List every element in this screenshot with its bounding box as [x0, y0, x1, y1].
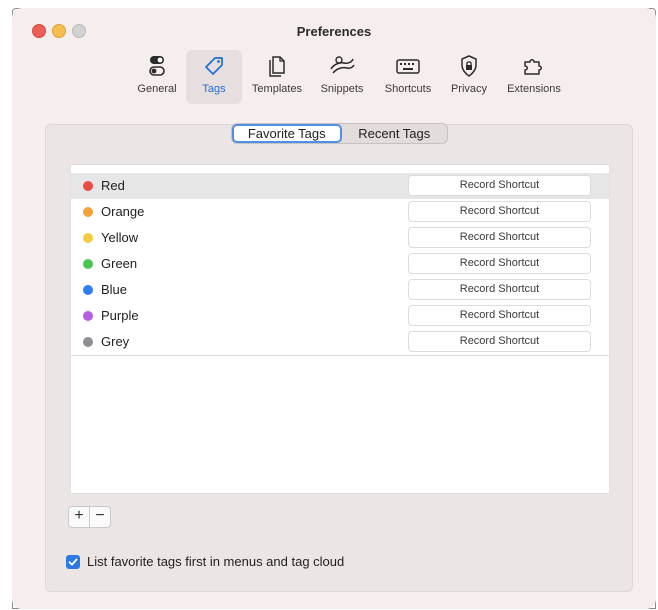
tab-recent-tags[interactable]: Recent Tags: [342, 124, 448, 143]
record-shortcut-button[interactable]: Record Shortcut: [408, 201, 591, 222]
tag-icon: [186, 54, 242, 80]
record-shortcut-button[interactable]: Record Shortcut: [408, 175, 591, 196]
titlebar: Preferences General Tags Templates Snipp…: [12, 8, 656, 128]
color-dot-icon: [83, 181, 93, 191]
toolbar-shortcuts[interactable]: Shortcuts: [376, 50, 440, 104]
toggles-icon: [132, 54, 182, 80]
toolbar-label: Snippets: [320, 83, 364, 95]
tag-row-yellow[interactable]: Yellow Record Shortcut: [71, 225, 609, 251]
tag-row-grey[interactable]: Grey Record Shortcut: [71, 329, 609, 355]
list-edit-controls: + −: [68, 506, 111, 528]
toolbar-label: Templates: [251, 83, 303, 95]
record-shortcut-button[interactable]: Record Shortcut: [408, 279, 591, 300]
toolbar-label: Extensions: [507, 83, 561, 95]
tag-label: Red: [101, 178, 125, 193]
record-shortcut-button[interactable]: Record Shortcut: [408, 227, 591, 248]
tag-row-red[interactable]: Red Record Shortcut: [71, 173, 609, 199]
toolbar-label: Privacy: [450, 83, 488, 95]
window-title: Preferences: [296, 24, 372, 39]
toolbar-privacy[interactable]: Privacy: [444, 50, 494, 104]
puzzle-icon: [498, 54, 570, 80]
tag-label: Grey: [101, 334, 130, 349]
toolbar-label: General: [137, 83, 177, 95]
snippets-icon: [312, 54, 372, 80]
checkmark-icon: [68, 558, 78, 566]
tag-label: Green: [101, 256, 138, 271]
remove-tag-button[interactable]: −: [90, 507, 110, 527]
toolbar-extensions[interactable]: Extensions: [498, 50, 570, 104]
record-shortcut-button[interactable]: Record Shortcut: [408, 305, 591, 326]
toolbar-label: Shortcuts: [384, 83, 432, 95]
keyboard-icon: [376, 54, 440, 80]
record-shortcut-button[interactable]: Record Shortcut: [408, 331, 591, 352]
lock-icon: [444, 54, 494, 80]
add-tag-button[interactable]: +: [69, 507, 89, 527]
color-dot-icon: [83, 311, 93, 321]
favorite-first-label: List favorite tags first in menus and ta…: [87, 554, 345, 569]
tag-list: Red Record Shortcut Orange Record Shortc…: [70, 164, 610, 494]
preferences-window: Preferences General Tags Templates Snipp…: [12, 8, 656, 609]
tag-row-purple[interactable]: Purple Record Shortcut: [71, 303, 609, 329]
toolbar-snippets[interactable]: Snippets: [312, 50, 372, 104]
toolbar-templates[interactable]: Templates: [246, 50, 308, 104]
tag-row-orange[interactable]: Orange Record Shortcut: [71, 199, 609, 225]
tag-label: Purple: [101, 308, 139, 323]
tag-label: Orange: [101, 204, 145, 219]
tab-favorite-tags[interactable]: Favorite Tags: [232, 124, 342, 143]
color-dot-icon: [83, 207, 93, 217]
tag-label: Blue: [101, 282, 128, 297]
color-dot-icon: [83, 337, 93, 347]
list-divider: [71, 355, 609, 356]
color-dot-icon: [83, 233, 93, 243]
documents-icon: [246, 54, 308, 80]
toolbar-tags[interactable]: Tags: [186, 50, 242, 104]
color-dot-icon: [83, 285, 93, 295]
tag-row-green[interactable]: Green Record Shortcut: [71, 251, 609, 277]
segmented-control: Favorite Tags Recent Tags: [231, 123, 448, 144]
color-dot-icon: [83, 259, 93, 269]
tag-label: Yellow: [101, 230, 139, 245]
toolbar-general[interactable]: General: [132, 50, 182, 104]
favorite-first-checkbox[interactable]: [66, 555, 80, 569]
tag-row-blue[interactable]: Blue Record Shortcut: [71, 277, 609, 303]
record-shortcut-button[interactable]: Record Shortcut: [408, 253, 591, 274]
toolbar-label: Tags: [202, 83, 226, 95]
